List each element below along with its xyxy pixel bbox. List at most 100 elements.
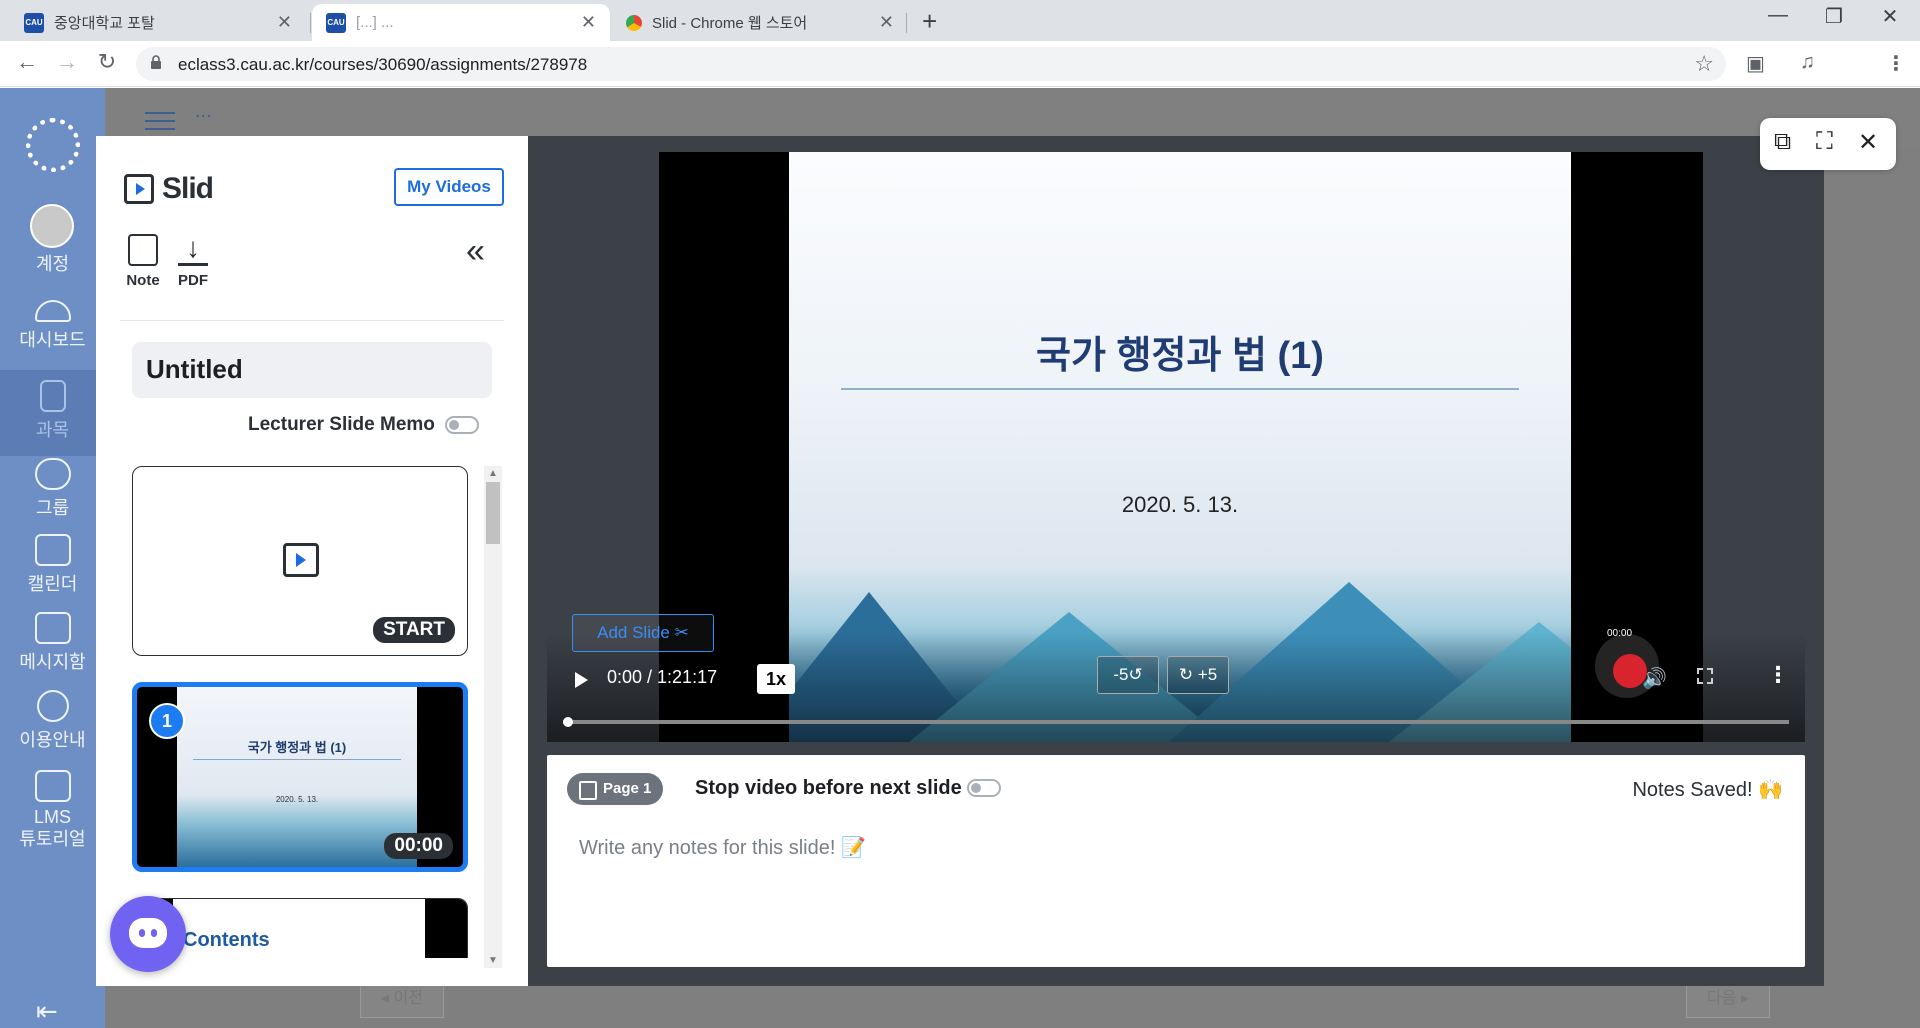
browser-toolbar: ← → ↻ eclass3.cau.ac.kr/courses/30690/as… [0,41,1920,87]
cau-favicon-icon: CAU [24,12,44,33]
reload-icon[interactable]: ↻ [92,49,122,75]
canvas-logo-icon[interactable] [26,118,80,172]
notes-panel: Page 1 Stop video before next slide Note… [547,755,1805,967]
lms-nav-groups[interactable]: 그룹 [0,458,105,520]
scroll-down-icon[interactable]: ▼ [488,955,498,966]
forward-5-button[interactable]: ↻ +5 [1167,656,1229,694]
slid-window-controls: ⧉ ⛶ ✕ [1760,118,1896,170]
lms-nav-help[interactable]: 이용안내 [0,690,105,752]
progress-knob[interactable] [563,717,573,727]
lms-nav-dashboard[interactable]: 대시보드 [0,300,105,352]
lms-nav-courses[interactable]: 과목 [0,370,105,456]
page-chip: Page 1 [567,773,664,805]
slide-card-1[interactable]: 국가 행정과 법 (1) 2020. 5. 13. 1 00:00 [132,682,468,872]
lecturer-memo-row: Lecturer Slide Memo [248,414,479,436]
calendar-icon [34,534,71,566]
chrome-store-icon [626,14,642,31]
volume-icon[interactable]: 🔊 [1642,666,1667,691]
stop-video-label: Stop video before next slide [695,777,962,799]
my-videos-button[interactable]: My Videos [394,168,504,206]
letterbox [425,899,467,958]
collapse-sidebar-icon[interactable]: ⇤ [36,996,58,1027]
chat-icon [129,918,167,948]
popout-icon[interactable]: ⧉ [1774,128,1791,156]
slid-overlay: Slid My Videos Note PDF « Untitled Lectu… [96,136,1824,986]
restore-button[interactable]: ❐ [1806,4,1862,29]
close-slid-icon[interactable]: ✕ [1858,128,1878,157]
hamburger-icon[interactable] [145,112,175,114]
document-title-input[interactable]: Untitled [132,342,492,398]
forward-icon: ↻ [1178,665,1194,684]
help-icon [36,690,69,722]
chat-support-button[interactable] [110,896,186,972]
slid-sidebar: Slid My Videos Note PDF « Untitled Lectu… [96,136,528,986]
slide-rule [841,388,1519,390]
forward-icon[interactable]: → [52,49,82,75]
address-bar[interactable]: eclass3.cau.ac.kr/courses/30690/assignme… [136,47,1726,81]
account-avatar-icon[interactable] [30,204,74,248]
media-control-icon[interactable]: ♫ [1800,51,1815,74]
lecturer-memo-toggle[interactable] [444,415,479,434]
tab-chrome-store[interactable]: Slid - Chrome 웹 스토어 ✕ [612,4,908,41]
lms-sidebar: 계정 대시보드 과목 그룹 캘린더 메시지함 이용안내 LMS 튜토리얼 ⇤ [0,88,105,1028]
more-options-icon[interactable]: ⋮ [1767,662,1789,688]
slid-extension-icon[interactable]: ▣ [1746,51,1765,76]
add-slide-button[interactable]: Add Slide ✂ [572,614,714,652]
collapse-panel-icon[interactable]: « [466,232,485,271]
lms-nav-tutorial[interactable]: LMS 튜토리얼 [0,770,105,850]
new-tab-button[interactable]: + [922,6,937,37]
start-badge: START [373,617,455,643]
close-tab-icon[interactable]: ✕ [879,12,894,33]
pdf-download-button[interactable]: PDF [170,234,216,289]
start-card[interactable]: START [132,466,468,656]
lms-nav-inbox[interactable]: 메시지함 [0,612,105,674]
tab-strip: CAU 중앙대학교 포탈 ✕ CAU [...] ... ✕ Slid - Ch… [0,0,1920,41]
minimize-button[interactable]: — [1750,4,1806,27]
playback-speed-button[interactable]: 1x [757,664,795,694]
thumbnail-scrollbar[interactable]: ▲ ▼ [484,466,502,968]
bookmark-star-icon[interactable]: ☆ [1694,51,1714,77]
tab-portal[interactable]: CAU 중앙대학교 포탈 ✕ [10,4,306,41]
rewind-icon: ↺ [1128,665,1143,684]
chrome-menu-icon[interactable]: ⋮ [1886,51,1906,76]
rewind-5-button[interactable]: -5↺ [1097,656,1159,694]
scissors-icon: ✂ [674,623,689,642]
groups-icon [34,458,71,490]
fullscreen-icon[interactable] [1697,668,1713,684]
tab-eclass[interactable]: CAU [...] ... ✕ [312,4,610,41]
slide-thumbnail-image: 국가 행정과 법 (1) 2020. 5. 13. [177,687,417,867]
slid-logo: Slid [124,172,214,206]
slid-logo-icon [124,174,154,204]
tab-separator [906,13,907,33]
breadcrumb[interactable]: ... [195,100,212,123]
url-text[interactable]: eclass3.cau.ac.kr/courses/30690/assignme… [178,55,587,75]
slide-thumbnail-list: START 국가 행정과 법 (1) 2020. 5. 13. 1 00:00 … [132,466,478,958]
lms-nav-calendar[interactable]: 캘린더 [0,534,105,596]
note-tool-button[interactable]: Note [120,234,166,289]
tutorial-icon [34,770,71,802]
time-display: 0:00 / 1:21:17 [607,667,718,687]
lock-icon [151,55,161,69]
video-player[interactable]: 국가 행정과 법 (1) 2020. 5. 13. Add Slide ✂ 0:… [547,152,1805,742]
back-icon[interactable]: ← [12,49,42,75]
close-window-button[interactable]: ✕ [1862,4,1918,29]
close-tab-icon[interactable]: ✕ [277,12,292,33]
download-icon [178,234,208,266]
slide-number-badge: 1 [149,703,185,739]
note-icon [128,234,158,266]
tab-separator [310,13,311,33]
expand-icon[interactable]: ⛶ [1816,128,1833,156]
scroll-up-icon[interactable]: ▲ [488,468,498,479]
close-tab-icon[interactable]: ✕ [581,12,596,33]
divider [120,320,504,321]
scrollbar-thumb[interactable] [486,482,500,544]
slide-time-badge: 00:00 [384,833,453,859]
progress-bar[interactable] [563,717,1789,727]
notes-editor[interactable]: Write any notes for this slide! 📝 [579,835,866,860]
lms-nav-account[interactable]: 계정 [0,250,105,276]
inbox-icon [34,612,71,644]
play-icon[interactable] [575,672,588,688]
book-icon [39,380,66,412]
stop-video-toggle[interactable] [967,779,1001,797]
dashboard-icon [34,300,71,322]
